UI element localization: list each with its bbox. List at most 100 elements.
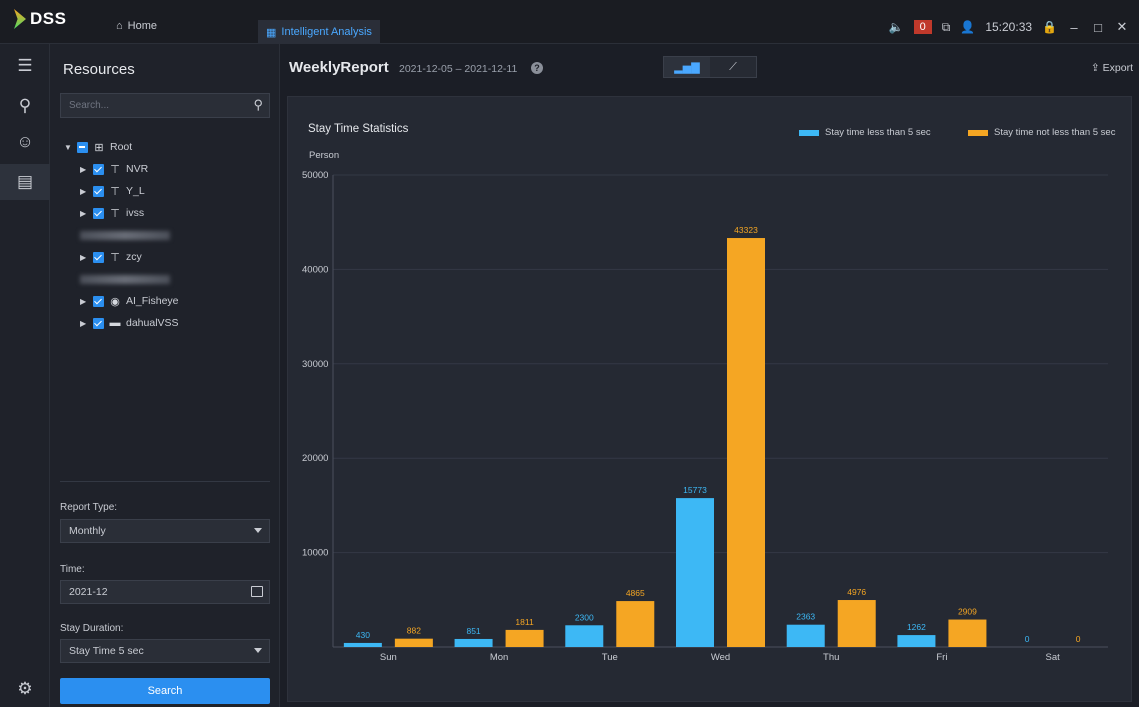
checkbox-ai-fisheye[interactable] bbox=[93, 295, 104, 307]
tree-node-dahualvss[interactable]: ▶ ▬ dahualVSS bbox=[64, 312, 274, 334]
expand-arrow-icon[interactable]: ▶ bbox=[80, 209, 88, 218]
stay-duration-value: Stay Time 5 sec bbox=[69, 645, 144, 657]
chart-view-toggle: ▂▅▇ ⟋ bbox=[663, 56, 757, 78]
tab-intelligent-analysis[interactable]: ▦ Intelligent Analysis bbox=[258, 20, 380, 44]
server-icon: ▬ bbox=[109, 317, 121, 329]
time-field[interactable]: 2021-12 bbox=[60, 580, 270, 604]
search-icon[interactable]: ⚲ bbox=[253, 97, 263, 113]
app-name: DSS bbox=[30, 9, 67, 28]
report-date-range: 2021-12-05 – 2021-12-11 bbox=[399, 63, 518, 75]
resource-search-input[interactable]: Search... ⚲ bbox=[60, 93, 270, 118]
tree-node-root[interactable]: ▼ ⊞ Root bbox=[64, 136, 274, 158]
data-label: 430 bbox=[356, 630, 370, 640]
chevron-down-icon bbox=[254, 528, 262, 533]
x-tick-label: Fri bbox=[936, 652, 947, 663]
bar-wed-series-2 bbox=[727, 238, 765, 647]
data-label: 4976 bbox=[847, 587, 866, 597]
face-icon[interactable]: ☺ bbox=[0, 124, 50, 160]
tree-node-ai-fisheye[interactable]: ▶ ◉ AI_Fisheye bbox=[64, 290, 274, 312]
tab-intelligent-analysis-label: Intelligent Analysis bbox=[281, 26, 372, 38]
x-tick-label: Sun bbox=[380, 652, 397, 663]
time-label: Time: bbox=[60, 564, 85, 575]
data-label: 1811 bbox=[515, 617, 534, 627]
stay-duration-select[interactable]: Stay Time 5 sec bbox=[60, 639, 270, 663]
minimize-icon[interactable]: – bbox=[1067, 20, 1081, 35]
y-tick-label: 30000 bbox=[302, 359, 328, 370]
menu-icon[interactable]: ☰ bbox=[0, 48, 50, 84]
data-label: 43323 bbox=[734, 225, 758, 235]
search-button[interactable]: Search bbox=[60, 678, 270, 704]
bar-wed-series-1 bbox=[676, 498, 714, 647]
report-type-select[interactable]: Monthly bbox=[60, 519, 270, 543]
home-icon: ⌂ bbox=[116, 20, 123, 32]
calendar-icon[interactable] bbox=[251, 586, 263, 597]
expand-arrow-icon[interactable]: ▶ bbox=[80, 187, 88, 196]
speaker-icon[interactable]: 🔈 bbox=[889, 20, 904, 34]
tree-node-label: Y_L bbox=[126, 185, 145, 197]
tree-node-blurred[interactable] bbox=[64, 224, 274, 246]
expand-arrow-icon[interactable]: ▶ bbox=[80, 297, 88, 306]
data-label: 0 bbox=[1025, 634, 1030, 644]
checkbox-dahualvss[interactable] bbox=[93, 317, 104, 329]
bar-fri-series-2 bbox=[948, 619, 987, 647]
data-label: 882 bbox=[407, 626, 421, 636]
tree-node-ivss[interactable]: ▶ ⊤ ivss bbox=[64, 202, 274, 224]
report-type-label: Report Type: bbox=[60, 502, 118, 513]
org-icon: ⊤ bbox=[110, 251, 120, 264]
y-tick-label: 40000 bbox=[302, 264, 328, 275]
tab-home-label: Home bbox=[127, 20, 157, 32]
person-track-icon[interactable]: ⚲ bbox=[0, 88, 50, 124]
tab-home[interactable]: ⌂ Home bbox=[116, 20, 157, 32]
screen-icon[interactable]: ⧉ bbox=[942, 20, 951, 35]
alarm-count-badge[interactable]: 0 bbox=[913, 20, 932, 34]
report-icon[interactable]: ▤ bbox=[0, 164, 50, 200]
checkbox-root[interactable] bbox=[77, 141, 88, 153]
maximize-icon[interactable]: □ bbox=[1091, 20, 1105, 35]
tree-node-label: Root bbox=[110, 141, 133, 153]
time-value: 2021-12 bbox=[69, 586, 108, 598]
checkbox-y-l[interactable] bbox=[93, 185, 104, 197]
lock-icon[interactable]: 🔒 bbox=[1042, 20, 1057, 34]
checkbox-ivss[interactable] bbox=[93, 207, 104, 219]
help-icon[interactable]: ? bbox=[531, 62, 543, 74]
data-label: 4865 bbox=[626, 588, 645, 598]
clock-display: 15:20:33 bbox=[985, 20, 1033, 34]
bar-thu-series-2 bbox=[837, 600, 876, 647]
tree-node-zcy[interactable]: ▶ ⊤ zcy bbox=[64, 246, 274, 268]
left-icon-bar: ☰ ⚲ ☺ ▤ ⚙ bbox=[0, 44, 50, 707]
org-icon: ⊤ bbox=[110, 185, 120, 198]
data-label: 2300 bbox=[575, 612, 594, 622]
expand-arrow-icon[interactable]: ▶ bbox=[80, 253, 88, 262]
data-label: 15773 bbox=[683, 485, 707, 495]
dss-logo: DSS bbox=[14, 9, 66, 29]
close-icon[interactable]: ✕ bbox=[1115, 19, 1129, 35]
data-label: 2363 bbox=[796, 612, 815, 622]
x-tick-label: Tue bbox=[602, 652, 618, 663]
settings-icon[interactable]: ⚙ bbox=[0, 671, 50, 707]
search-placeholder: Search... bbox=[69, 100, 110, 111]
checkbox-nvr[interactable] bbox=[93, 163, 104, 175]
tree-node-y-l[interactable]: ▶ ⊤ Y_L bbox=[64, 180, 274, 202]
export-icon: ⇪ bbox=[1090, 62, 1100, 74]
blurred-node bbox=[80, 274, 170, 284]
expand-arrow-icon[interactable]: ▼ bbox=[64, 143, 72, 152]
tree-node-blurred[interactable] bbox=[64, 268, 274, 290]
expand-arrow-icon[interactable]: ▶ bbox=[80, 165, 88, 174]
stay-duration-label: Stay Duration: bbox=[60, 623, 124, 634]
line-chart-view-icon[interactable]: ⟋ bbox=[710, 57, 756, 77]
bar-tue-series-1 bbox=[565, 625, 604, 647]
y-tick-label: 50000 bbox=[302, 170, 328, 181]
tree-node-label: ivss bbox=[126, 207, 145, 219]
export-label: Export bbox=[1102, 62, 1133, 74]
panel-divider bbox=[60, 481, 270, 482]
expand-arrow-icon[interactable]: ▶ bbox=[80, 319, 88, 328]
export-button[interactable]: ⇪ Export bbox=[1091, 62, 1133, 74]
org-icon: ⊤ bbox=[110, 163, 120, 176]
user-icon[interactable]: 👤 bbox=[960, 20, 975, 34]
resource-tree: ▼ ⊞ Root ▶ ⊤ NVR ▶ ⊤ Y_L ▶ ⊤ ivss ▶ ⊤ zc… bbox=[64, 136, 274, 334]
bar-thu-series-1 bbox=[786, 624, 825, 647]
tree-node-nvr[interactable]: ▶ ⊤ NVR bbox=[64, 158, 274, 180]
bar-chart-view-icon[interactable]: ▂▅▇ bbox=[664, 57, 710, 77]
checkbox-zcy[interactable] bbox=[93, 251, 104, 263]
chevron-down-icon bbox=[254, 648, 262, 653]
